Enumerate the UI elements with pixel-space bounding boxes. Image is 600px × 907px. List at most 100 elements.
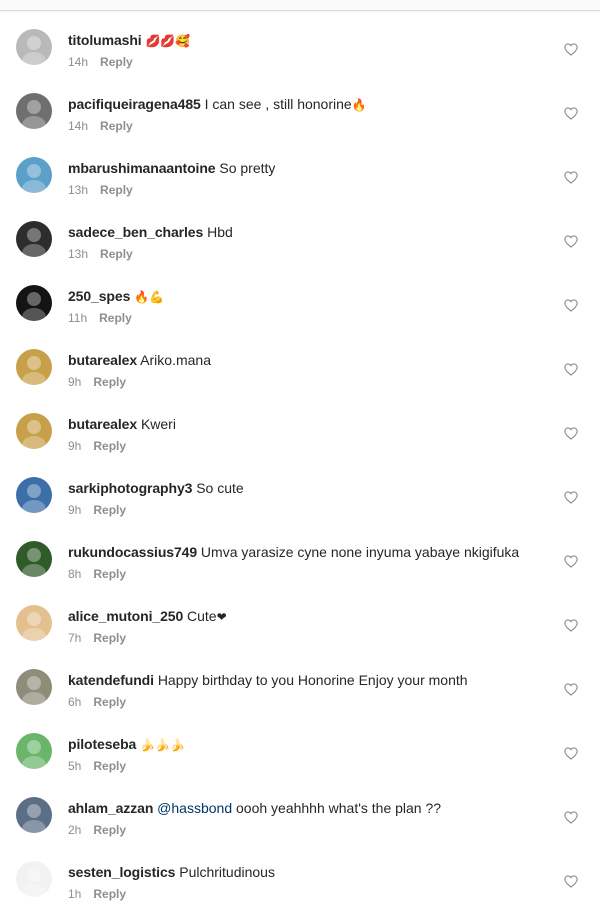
heart-outline-icon[interactable] — [564, 875, 578, 888]
comment-meta: 8h Reply — [68, 567, 126, 581]
comment-text-line: butarealex Kweri — [68, 415, 176, 433]
user-avatar[interactable] — [16, 669, 52, 705]
comment-row: rukundocassius749 Umva yarasize cyne non… — [0, 523, 600, 587]
heart-outline-icon[interactable] — [564, 299, 578, 312]
comment-timestamp: 13h — [68, 183, 89, 197]
user-avatar[interactable] — [16, 349, 52, 385]
comment-timestamp: 1h — [68, 887, 82, 901]
user-avatar[interactable] — [16, 221, 52, 257]
reply-button[interactable]: Reply — [100, 183, 133, 197]
comment-timestamp: 9h — [68, 375, 82, 389]
heart-outline-icon[interactable] — [564, 555, 578, 568]
comment-username[interactable]: butarealex — [68, 352, 137, 368]
comment-row: butarealex Ariko.mana 9h Reply — [0, 331, 600, 395]
user-avatar[interactable] — [16, 477, 52, 513]
user-avatar[interactable] — [16, 93, 52, 129]
comment-mention[interactable]: @hassbond — [157, 800, 232, 816]
comment-username[interactable]: butarealex — [68, 416, 137, 432]
comment-username[interactable]: mbarushimanaantoine — [68, 160, 216, 176]
comment-row: sadece_ben_charles Hbd 13h Reply — [0, 203, 600, 267]
reply-button[interactable]: Reply — [93, 823, 126, 837]
heart-outline-icon[interactable] — [564, 107, 578, 120]
comment-meta: 6h Reply — [68, 695, 126, 709]
comment-username[interactable]: sarkiphotography3 — [68, 480, 192, 496]
comment-row: ahlam_azzan @hassbond oooh yeahhhh what'… — [0, 779, 600, 843]
user-avatar[interactable] — [16, 285, 52, 321]
comment-username[interactable]: titolumashi — [68, 32, 142, 48]
heart-outline-icon[interactable] — [564, 619, 578, 632]
comment-username[interactable]: sadece_ben_charles — [68, 224, 203, 240]
comment-meta: 7h Reply — [68, 631, 126, 645]
reply-button[interactable]: Reply — [93, 375, 126, 389]
reply-button[interactable]: Reply — [93, 631, 126, 645]
comment-meta: 9h Reply — [68, 375, 126, 389]
comment-emoji: 💋💋🥰 — [145, 34, 191, 48]
comment-meta: 9h Reply — [68, 439, 126, 453]
heart-outline-icon[interactable] — [564, 427, 578, 440]
user-avatar[interactable] — [16, 29, 52, 65]
reply-button[interactable]: Reply — [93, 503, 126, 517]
comment-body: Umva yarasize cyne none inyuma yabaye nk… — [200, 544, 520, 560]
user-avatar[interactable] — [16, 605, 52, 641]
heart-outline-icon[interactable] — [564, 43, 578, 56]
comment-meta: 13h Reply — [68, 247, 133, 261]
comment-timestamp: 14h — [68, 55, 89, 69]
reply-button[interactable]: Reply — [93, 759, 126, 773]
comment-body: Ariko.mana — [140, 352, 211, 368]
heart-outline-icon[interactable] — [564, 171, 578, 184]
user-avatar[interactable] — [16, 413, 52, 449]
reply-button[interactable]: Reply — [99, 311, 132, 325]
comment-username[interactable]: 250_spes — [68, 288, 130, 304]
heart-outline-icon[interactable] — [564, 491, 578, 504]
user-avatar[interactable] — [16, 541, 52, 577]
comment-username[interactable]: ahlam_azzan — [68, 800, 153, 816]
comment-row: 250_spes 🔥💪 11h Reply — [0, 267, 600, 331]
comment-body: Kweri — [140, 416, 176, 432]
comment-meta: 14h Reply — [68, 119, 133, 133]
comment-text-line: titolumashi 💋💋🥰 — [68, 31, 190, 50]
comment-username[interactable]: pacifiqueiragena485 — [68, 96, 201, 112]
reply-button[interactable]: Reply — [93, 695, 126, 709]
comment-text-line: piloteseba 🍌🍌🍌 — [68, 735, 185, 754]
comment-text-line: sesten_logistics Pulchritudinous — [68, 863, 275, 881]
comment-text-line: ahlam_azzan @hassbond oooh yeahhhh what'… — [68, 799, 441, 817]
comment-username[interactable]: rukundocassius749 — [68, 544, 197, 560]
comment-text-line: katendefundi Happy birthday to you Honor… — [68, 671, 468, 689]
reply-button[interactable]: Reply — [93, 567, 126, 581]
comment-username[interactable]: sesten_logistics — [68, 864, 175, 880]
comment-row: titolumashi 💋💋🥰 14h Reply — [0, 11, 600, 75]
comment-username[interactable]: alice_mutoni_250 — [68, 608, 183, 624]
comment-username[interactable]: katendefundi — [68, 672, 154, 688]
heart-outline-icon[interactable] — [564, 747, 578, 760]
comment-text-line: rukundocassius749 Umva yarasize cyne non… — [68, 543, 519, 561]
reply-button[interactable]: Reply — [93, 439, 126, 453]
comment-row: katendefundi Happy birthday to you Honor… — [0, 651, 600, 715]
comment-body: I can see , still honorine — [204, 96, 352, 112]
comment-text-line: sadece_ben_charles Hbd — [68, 223, 233, 241]
heart-outline-icon[interactable] — [564, 235, 578, 248]
comment-emoji: 🔥💪 — [134, 290, 165, 304]
comment-timestamp: 6h — [68, 695, 82, 709]
comment-row: butarealex Kweri 9h Reply — [0, 395, 600, 459]
reply-button[interactable]: Reply — [100, 247, 133, 261]
heart-outline-icon[interactable] — [564, 683, 578, 696]
comment-text-line: 250_spes 🔥💪 — [68, 287, 164, 306]
comment-body: oooh yeahhhh what's the plan ?? — [236, 800, 442, 816]
comment-meta: 13h Reply — [68, 183, 133, 197]
comment-timestamp: 9h — [68, 503, 82, 517]
comment-timestamp: 14h — [68, 119, 89, 133]
heart-outline-icon[interactable] — [564, 811, 578, 824]
heart-outline-icon[interactable] — [564, 363, 578, 376]
comment-timestamp: 13h — [68, 247, 89, 261]
user-avatar[interactable] — [16, 733, 52, 769]
comment-timestamp: 5h — [68, 759, 82, 773]
reply-button[interactable]: Reply — [93, 887, 126, 901]
comment-username[interactable]: piloteseba — [68, 736, 136, 752]
user-avatar[interactable] — [16, 861, 52, 897]
user-avatar[interactable] — [16, 797, 52, 833]
reply-button[interactable]: Reply — [100, 55, 133, 69]
reply-button[interactable]: Reply — [100, 119, 133, 133]
comment-emoji: ❤ — [216, 610, 227, 624]
comment-meta: 9h Reply — [68, 503, 126, 517]
user-avatar[interactable] — [16, 157, 52, 193]
